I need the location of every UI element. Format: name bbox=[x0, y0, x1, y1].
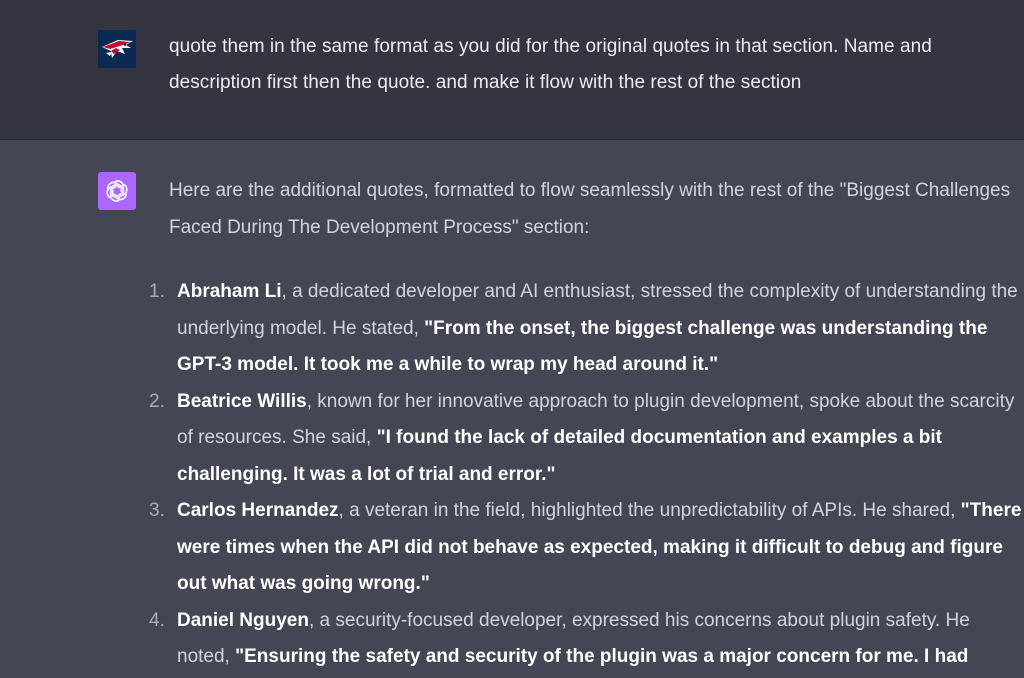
quote-author-name: Daniel Nguyen bbox=[177, 609, 309, 631]
list-item: 3. Carlos Hernandez, a veteran in the fie… bbox=[141, 493, 1024, 603]
assistant-message: Here are the additional quotes, formatte… bbox=[0, 140, 1024, 678]
list-item: 4. Daniel Nguyen, a security-focused deve… bbox=[141, 603, 1024, 676]
list-item-number: 2. bbox=[149, 390, 165, 412]
patriots-logo-icon bbox=[98, 30, 136, 68]
user-message: quote them in the same format as you did… bbox=[0, 0, 1024, 140]
user-avatar bbox=[98, 30, 136, 68]
assistant-avatar bbox=[98, 172, 136, 210]
user-message-text: quote them in the same format as you did… bbox=[169, 36, 932, 93]
quote-author-description: , a veteran in the field, highlighted th… bbox=[338, 500, 961, 521]
quote-list: 1. Abraham Li, a dedicated developer and … bbox=[141, 274, 1024, 676]
list-item: 1. Abraham Li, a dedicated developer and … bbox=[141, 274, 1024, 384]
list-item-number: 4. bbox=[149, 609, 165, 631]
assistant-intro-text: Here are the additional quotes, formatte… bbox=[169, 180, 1011, 238]
quote-author-name: Abraham Li bbox=[177, 281, 282, 302]
list-item: 2. Beatrice Willis, known for her innovat… bbox=[141, 384, 1024, 494]
quote-author-name: Beatrice Willis bbox=[177, 390, 307, 412]
quote-text: "Ensuring the safety and security of the… bbox=[235, 646, 969, 667]
openai-logo-icon bbox=[106, 180, 128, 202]
list-item-number: 1. bbox=[149, 281, 165, 302]
quote-author-name: Carlos Hernandez bbox=[177, 500, 339, 521]
list-item-number: 3. bbox=[149, 500, 165, 521]
